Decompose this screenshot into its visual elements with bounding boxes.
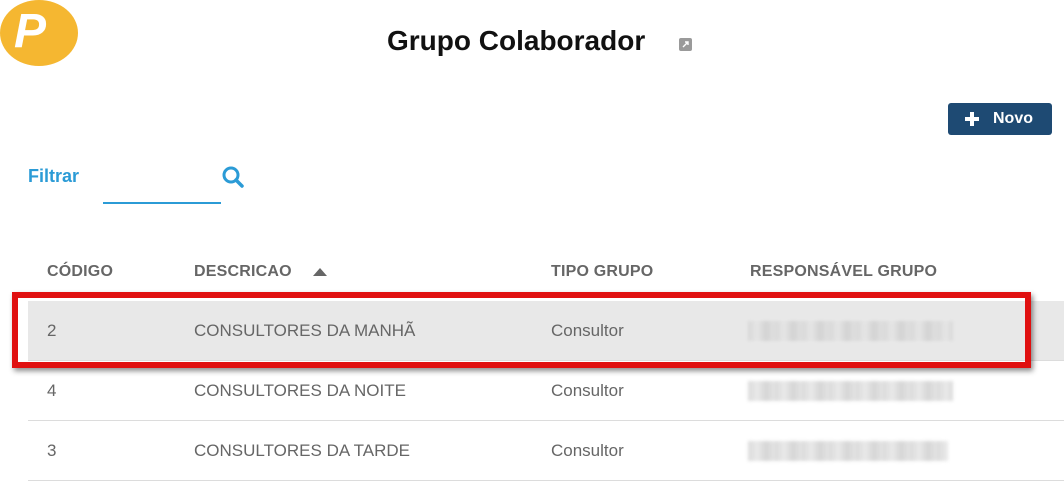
cell-descricao: CONSULTORES DA NOITE <box>194 381 406 400</box>
sort-ascending-icon[interactable] <box>313 263 327 276</box>
column-header-responsavel-grupo[interactable]: RESPONSÁVEL GRUPO <box>750 262 937 282</box>
filter-label: Filtrar <box>28 166 80 186</box>
search-icon[interactable] <box>221 165 245 189</box>
table-row[interactable]: 4 CONSULTORES DA NOITE Consultor <box>28 361 1064 421</box>
cell-tipo-grupo: Consultor <box>551 381 624 400</box>
cell-tipo-grupo: Consultor <box>551 321 624 340</box>
cell-responsavel-redacted <box>748 321 953 341</box>
column-header-descricao[interactable]: DESCRICAO <box>194 262 292 282</box>
cell-codigo: 2 <box>47 321 57 340</box>
cell-codigo: 3 <box>47 441 57 460</box>
cell-tipo-grupo: Consultor <box>551 441 624 460</box>
logo-letter: P <box>14 5 47 58</box>
new-button[interactable]: Novo <box>948 103 1052 135</box>
table-row[interactable]: 3 CONSULTORES DA TARDE Consultor <box>28 421 1064 481</box>
plus-icon <box>964 111 980 127</box>
cell-responsavel-redacted <box>748 441 948 461</box>
cell-codigo: 4 <box>47 381 57 400</box>
cell-descricao: CONSULTORES DA MANHÃ <box>194 321 416 340</box>
table-row[interactable]: 2 CONSULTORES DA MANHÃ Consultor <box>28 301 1064 361</box>
cell-responsavel-redacted <box>748 381 953 401</box>
logo[interactable]: P <box>0 0 78 66</box>
new-button-label: Novo <box>993 110 1033 127</box>
page-title: Grupo Colaborador <box>387 25 646 56</box>
external-link-icon[interactable] <box>679 38 692 51</box>
filter-input[interactable] <box>103 164 221 204</box>
column-header-tipo-grupo[interactable]: TIPO GRUPO <box>551 262 653 282</box>
column-header-codigo[interactable]: CÓDIGO <box>47 262 113 282</box>
cell-descricao: CONSULTORES DA TARDE <box>194 441 411 460</box>
